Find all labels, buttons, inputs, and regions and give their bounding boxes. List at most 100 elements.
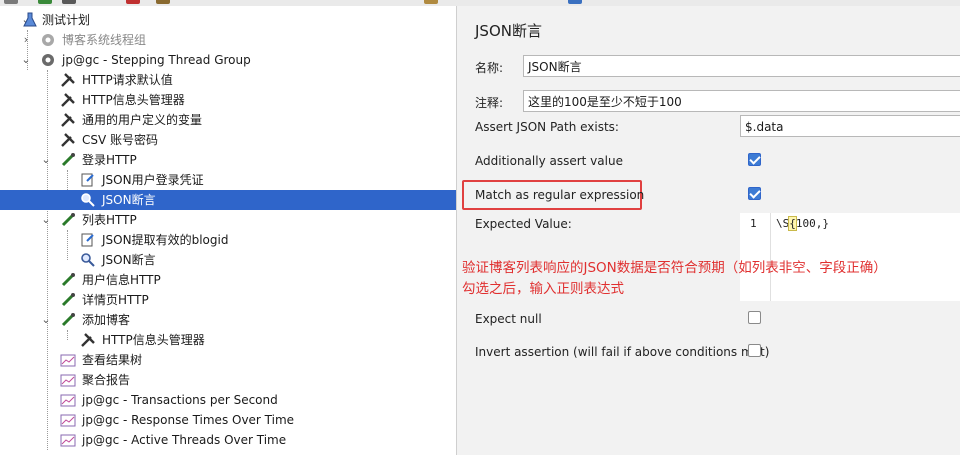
comment-label: 注释: <box>475 96 504 110</box>
tree-item-label: JSON断言 <box>102 253 156 267</box>
cut-icon[interactable] <box>62 0 76 4</box>
tree-item-login-http[interactable]: ⌄ 登录HTTP <box>0 150 456 170</box>
expect-null-label: Expect null <box>475 312 542 326</box>
regex-checkbox[interactable] <box>748 187 761 200</box>
invert-checkbox[interactable] <box>748 344 761 357</box>
tree-item-label: HTTP请求默认值 <box>82 73 173 87</box>
wrench-icon <box>61 93 75 107</box>
graph-icon <box>60 354 76 367</box>
save-icon[interactable] <box>38 0 52 4</box>
chevron-right-icon[interactable]: › <box>20 30 32 50</box>
extractor-icon <box>81 233 94 247</box>
magnifier-icon <box>81 253 95 267</box>
settings-icon[interactable] <box>568 0 582 4</box>
pipette-icon <box>61 273 75 287</box>
json-path-field[interactable]: $.data <box>740 115 960 137</box>
tree-item-thread-group[interactable]: › 博客系统线程组 <box>0 30 456 50</box>
pipette-icon <box>61 213 75 227</box>
panel-title: JSON断言 <box>475 22 542 40</box>
tree-item-label: 通用的用户定义的变量 <box>82 113 203 127</box>
line-number: 1 <box>750 217 757 230</box>
annotation-line-1: 验证博客列表响应的JSON数据是否符合预期（如列表非空、字段正确） <box>462 260 887 276</box>
tree-item-label: 聚合报告 <box>82 373 131 387</box>
tree-item-label: 列表HTTP <box>82 213 137 227</box>
tree-item-label: 测试计划 <box>42 13 91 27</box>
tree-item-csv[interactable]: CSV 账号密码 <box>0 130 456 150</box>
code-cursor: { <box>788 216 797 231</box>
tree-item-label: 添加博客 <box>82 313 131 327</box>
wrench-icon <box>61 113 75 127</box>
flask-icon <box>23 12 37 27</box>
chevron-down-icon[interactable]: ⌄ <box>40 150 52 170</box>
name-label: 名称: <box>475 61 504 75</box>
code-line: \S{100,} <box>776 216 829 231</box>
tree-item-label: HTTP信息头管理器 <box>82 93 185 107</box>
wrench-icon <box>81 333 95 347</box>
invert-label: Invert assertion (will fail if above con… <box>475 345 770 359</box>
tree-item-label: 登录HTTP <box>82 153 137 167</box>
tree-item-active-threads[interactable]: jp@gc - Active Threads Over Time <box>0 430 456 450</box>
tree-item-label: JSON提取有效的blogid <box>102 233 229 247</box>
pipette-icon <box>61 293 75 307</box>
open-icon[interactable] <box>4 0 18 4</box>
tree-item-label: 博客系统线程组 <box>62 33 147 47</box>
tree-item-results-tree[interactable]: 查看结果树 <box>0 350 456 370</box>
chevron-down-icon[interactable]: ⌄ <box>20 50 32 70</box>
tree-item-label: jp@gc - Stepping Thread Group <box>62 53 251 67</box>
tree-item-user-info-http[interactable]: 用户信息HTTP <box>0 270 456 290</box>
wrench-icon <box>61 73 75 87</box>
gear-icon <box>42 54 54 66</box>
tree-item-label: 用户信息HTTP <box>82 273 161 287</box>
tree-item-header-manager-2[interactable]: HTTP信息头管理器 <box>0 330 456 350</box>
tree-item-label: JSON断言 <box>102 193 156 207</box>
tree-item-test-plan[interactable]: ⌄ 测试计划 <box>0 10 456 30</box>
tree-item-list-http[interactable]: ⌄ 列表HTTP <box>0 210 456 230</box>
tree-item-label: jp@gc - Response Times Over Time <box>82 413 295 427</box>
tree-item-label: 查看结果树 <box>82 353 143 367</box>
tree-item-stepping-thread-group[interactable]: ⌄ jp@gc - Stepping Thread Group <box>0 50 456 70</box>
tree-item-header-manager[interactable]: HTTP信息头管理器 <box>0 90 456 110</box>
tree-item-json-blogid[interactable]: JSON提取有效的blogid <box>0 230 456 250</box>
tree-item-tps[interactable]: jp@gc - Transactions per Second <box>0 390 456 410</box>
tree-item-response-times[interactable]: jp@gc - Response Times Over Time <box>0 410 456 430</box>
graph-icon <box>60 394 76 407</box>
tree-item-label: jp@gc - Active Threads Over Time <box>82 433 287 447</box>
tree-item-json-assertion[interactable]: JSON断言 <box>0 250 456 270</box>
comment-field[interactable]: 这里的100是至少不短于100 <box>523 90 960 112</box>
tree-item-add-blog[interactable]: ⌄ 添加博客 <box>0 310 456 330</box>
tree-item-json-assertion-selected[interactable]: JSON断言 <box>0 190 456 210</box>
magnifier-icon <box>81 193 95 207</box>
regex-label: Match as regular expression <box>475 188 645 202</box>
chevron-down-icon[interactable]: ⌄ <box>40 210 52 230</box>
graph-icon <box>60 414 76 427</box>
tree-item-label: 详情页HTTP <box>82 293 149 307</box>
code-text-after: 100,} <box>795 217 829 230</box>
tree-item-http-defaults[interactable]: HTTP请求默认值 <box>0 70 456 90</box>
tree-item-label: CSV 账号密码 <box>82 133 159 147</box>
paste-icon[interactable] <box>156 0 170 4</box>
tree-item-detail-http[interactable]: 详情页HTTP <box>0 290 456 310</box>
tree-item-user-variables[interactable]: 通用的用户定义的变量 <box>0 110 456 130</box>
tree-item-json-extractor[interactable]: JSON用户登录凭证 <box>0 170 456 190</box>
additionally-checkbox[interactable] <box>748 153 761 166</box>
pipette-icon <box>61 153 75 167</box>
tree-item-label: HTTP信息头管理器 <box>102 333 205 347</box>
copy-icon[interactable] <box>126 0 140 4</box>
tree-item-label: JSON用户登录凭证 <box>102 173 204 187</box>
name-field[interactable]: JSON断言 <box>523 55 960 77</box>
expect-null-checkbox[interactable] <box>748 311 761 324</box>
graph-icon <box>60 374 76 387</box>
test-plan-tree[interactable]: ⌄ 测试计划 › 博客系统线程组 ⌄ jp@gc - Stepping Thre… <box>0 6 457 455</box>
expected-value-label: Expected Value: <box>475 217 572 231</box>
pipette-icon <box>61 313 75 327</box>
run-icon[interactable] <box>424 0 438 4</box>
extractor-icon <box>81 173 94 187</box>
chevron-down-icon[interactable]: ⌄ <box>40 310 52 330</box>
tree-item-label: jp@gc - Transactions per Second <box>82 393 278 407</box>
wrench-icon <box>61 133 75 147</box>
path-label: Assert JSON Path exists: <box>475 120 619 134</box>
code-text-before: \S <box>776 217 790 230</box>
gear-disabled-icon <box>42 34 54 46</box>
annotation-line-2: 勾选之后，输入正则表达式 <box>462 281 624 297</box>
tree-item-aggregate-report[interactable]: 聚合报告 <box>0 370 456 390</box>
